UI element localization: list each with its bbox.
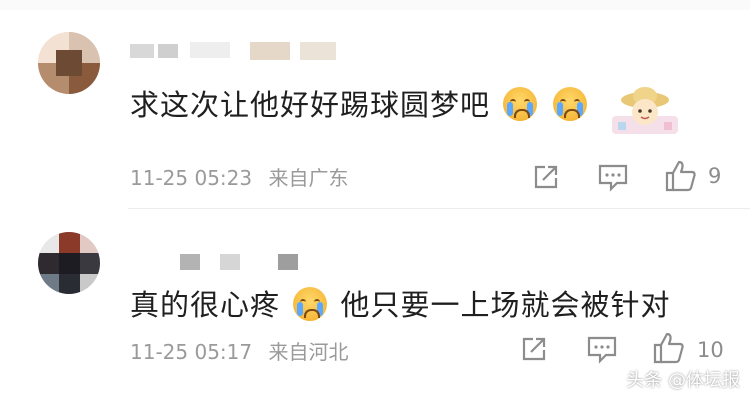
like-button[interactable] [652,331,686,365]
comment-text: 真的很心疼 他只要一上场就会被针对 [130,282,670,324]
like-count: 10 [697,338,724,362]
source-watermark: 头条 @体坛报 [626,370,740,391]
username-blurred[interactable] [180,252,310,272]
comment-location: 来自河北 [268,340,349,364]
share-button[interactable] [519,334,549,364]
avatar[interactable] [38,232,100,294]
comment-time: 11-25 05:17 [130,340,253,364]
comment-divider [128,208,750,209]
comment-meta: 11-25 05:17 来自河北 [130,336,358,365]
comment-icon [587,336,617,364]
share-icon [522,337,546,361]
comment-item: 真的很心疼 他只要一上场就会被针对 11-25 05:17 来自河北 10 [0,0,750,364]
comment-body-continued: 他只要一上场就会被针对 [340,288,671,322]
crying-face-icon [293,287,328,321]
thumbs-up-icon [653,332,684,364]
comment-body: 真的很心疼 [130,288,281,322]
comment-button[interactable] [586,334,618,364]
